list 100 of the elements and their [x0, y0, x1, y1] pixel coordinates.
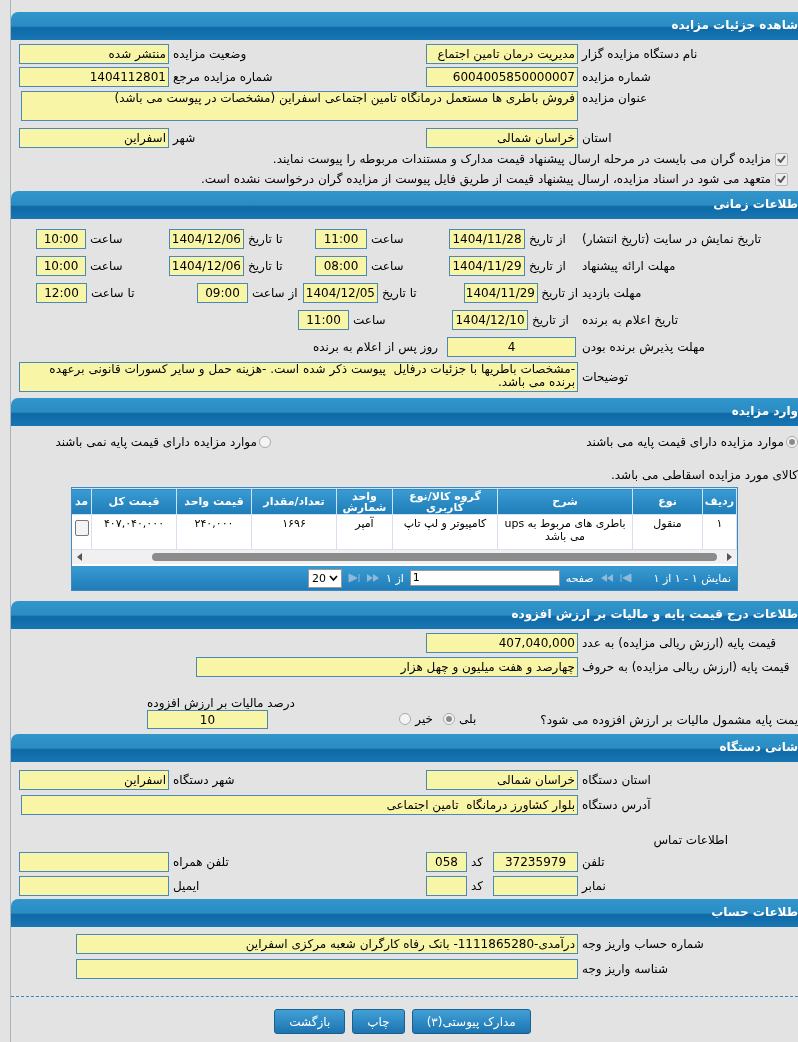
field-label: قیمت پایه (ارزش ریالی مزایده) به حروف [581, 660, 791, 674]
column-header[interactable]: ردیف [702, 488, 737, 515]
previous-page-icon[interactable] [599, 573, 614, 583]
field-label: ساعت [370, 232, 405, 246]
attachments-button[interactable]: مدارک پیوستی(۳) [411, 1009, 531, 1034]
page-label: صفحه [565, 571, 594, 585]
field-label: تلفن همراه [172, 855, 230, 869]
page-input[interactable]: 1 [409, 570, 560, 586]
radio-button[interactable] [399, 713, 412, 725]
value-field: درآمدی-1111865280- بانک رفاه کارگران شعبه مرکزی اسفراین [76, 934, 578, 954]
field-label: استان [581, 131, 613, 145]
first-page-icon[interactable] [619, 573, 632, 583]
field-label: تاریخ نمایش در سایت (تاریخ انتشار) [581, 232, 763, 246]
field-label: شهر دستگاه [172, 773, 236, 787]
section-subtitle: اطلاعات تماس [653, 833, 728, 847]
column-header[interactable]: نوع [632, 488, 703, 515]
table-cell: آمپر [336, 514, 393, 550]
value-field: فروش باطری ها مستعمل درمانگاه تامین اجتماعی اسفراین (مشخصات در پیوست می باشد) [21, 91, 578, 121]
table-cell: ۴۰۷,۰۴۰,۰۰۰ [91, 514, 177, 550]
column-header[interactable]: تعداد/مقدار [251, 488, 337, 515]
column-header[interactable]: گروه کالا/نوع کاربری [392, 488, 498, 515]
field-label: نمابر [580, 879, 607, 893]
radio-label: موارد مزایده دارای قیمت پایه نمی باشند [55, 435, 257, 449]
radio-button[interactable] [259, 436, 271, 448]
page-size-select[interactable]: 20 [308, 568, 342, 588]
section-header: طلاعات حساب [11, 899, 798, 927]
print-button[interactable]: چاپ [352, 1009, 405, 1034]
table-cell: کامپیوتر و لپ تاپ [392, 514, 498, 550]
checkbox[interactable] [775, 172, 788, 186]
value-field: اسفراین [19, 770, 169, 790]
field-label: مهلت ارائه پیشنهاد [581, 259, 677, 273]
value-field: 37235979 [493, 852, 578, 872]
last-page-icon[interactable] [348, 573, 360, 583]
value-field: 11:00 [298, 310, 349, 330]
note-text: کالای مورد مزایده اسقاطی می باشد. [611, 468, 798, 482]
field-label: روز پس از اعلام به برنده [312, 340, 439, 354]
field-label: از ساعت [251, 286, 299, 300]
value-field: 1404/12/10 [452, 310, 528, 330]
value-field: 407,040,000 [426, 633, 578, 653]
checkbox-label: مزایده گران می بایست در مرحله ارسال پیشنهاد قیمت مدارک و مستندات مربوطه را پیوست نمایند. [272, 152, 771, 166]
value-field: بلوار کشاورز درمانگاه تامین اجتماعی [21, 795, 578, 815]
table-cell: ۱۶۹۶ [251, 514, 337, 550]
field-label: تا ساعت [90, 286, 136, 300]
field-label: ساعت [352, 313, 387, 327]
column-header[interactable]: قیمت کل [91, 488, 177, 515]
field-label: تا تاریخ [247, 232, 284, 246]
value-field: 1404/11/29 [449, 256, 525, 276]
caret-icon[interactable] [329, 575, 338, 581]
value-field: مدیریت درمان تامین اجتماع [426, 44, 578, 64]
radio-label: موارد مزایده دارای قیمت پایه می باشند [586, 435, 784, 449]
column-header[interactable]: شرح [497, 488, 633, 515]
field-label: عنوان مزایده [581, 91, 649, 105]
value-field: خراسان شمالی [426, 770, 578, 790]
field-label: توضیحات [581, 370, 630, 384]
section-header: وارد مزایده [11, 398, 798, 426]
field-label: مهلت بازدید [581, 286, 643, 300]
field-label: کد [470, 879, 484, 893]
value-field: 11:00 [315, 229, 367, 249]
next-page-icon[interactable] [366, 573, 380, 583]
field-label: ساعت [89, 259, 124, 273]
horizontal-scrollbar[interactable] [72, 550, 737, 564]
row-action-button[interactable] [75, 520, 89, 536]
value-field: 1404112801 [19, 67, 169, 87]
table-cell: باطری های مربوط به ups می باشد [497, 514, 633, 550]
field-label: وضعیت مزایده [172, 47, 248, 61]
field-label: شناسه واریز وجه [581, 962, 669, 976]
value-field: اسفراین [19, 128, 169, 148]
value-field: چهارصد و هفت میلیون و چهل هزار [196, 657, 578, 677]
value-field: منتشر شده [19, 44, 169, 64]
field-label: کد [470, 855, 484, 869]
value-field: 1404/12/05 [303, 283, 378, 303]
field-label: از تاریخ [528, 259, 567, 273]
value-field: 1404/12/06 [169, 256, 244, 276]
value-field: 4 [447, 337, 576, 357]
radio-button[interactable] [786, 436, 798, 448]
radio-label: خیر [415, 712, 433, 726]
column-header[interactable]: قیمت واحد [176, 488, 252, 515]
field-label: استان دستگاه [581, 773, 652, 787]
value-field: 10:00 [36, 256, 86, 276]
table-cell: ۱ [702, 514, 737, 550]
section-header: شانی دستگاه [11, 734, 798, 762]
value-field [426, 876, 467, 896]
field-label: ساعت [370, 259, 405, 273]
field-label: شهر [171, 131, 197, 145]
field-label: ایمیل [172, 879, 201, 893]
field-label: از تاریخ [531, 313, 570, 327]
field-label: یمت پایه مشمول مالیات بر ارزش افزوده می شود؟ [539, 713, 798, 729]
value-field: 12:00 [36, 283, 87, 303]
radio-button[interactable] [442, 713, 455, 725]
field-label: از تاریخ [540, 286, 578, 300]
field-label: شماره حساب واریز وجه [581, 937, 705, 951]
checkbox[interactable] [775, 152, 788, 166]
table-cell: منقول [632, 514, 703, 550]
field-label: از تاریخ [528, 232, 567, 246]
value-field: 10 [147, 710, 268, 729]
column-header[interactable]: واحد شمارش [336, 488, 393, 515]
section-header: طلاعات درج قیمت پایه و مالیات بر ارزش افزوده [11, 601, 798, 629]
column-header[interactable]: مد [72, 488, 92, 515]
back-button[interactable]: بازگشت [274, 1009, 346, 1034]
field-label: شماره مزایده [581, 70, 652, 84]
